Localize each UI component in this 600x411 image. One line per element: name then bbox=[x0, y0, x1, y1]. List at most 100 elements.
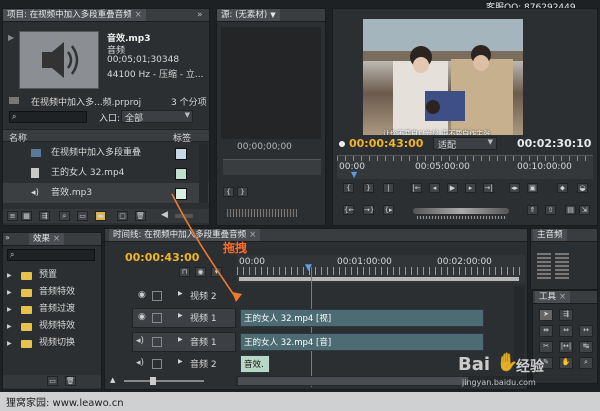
video-clip[interactable]: 王的女人 32.mp4 [视] bbox=[240, 309, 484, 327]
lift-button[interactable]: ⇑ bbox=[527, 205, 538, 215]
tab-project[interactable]: 项目: 在视频中加入多段重叠音频 × bbox=[3, 9, 146, 21]
chevron-down-icon[interactable]: ▼ bbox=[270, 11, 275, 19]
slip-tool-icon[interactable]: |↔| bbox=[559, 341, 573, 353]
list-item[interactable]: ▶ 音频过渡 bbox=[3, 301, 101, 318]
delete-button[interactable]: 🗑 bbox=[65, 376, 76, 386]
razor-tool-icon[interactable]: ✂ bbox=[539, 341, 553, 353]
list-item[interactable]: ▶ 音频特效 bbox=[3, 284, 101, 301]
output-button[interactable]: ⬥ bbox=[557, 183, 568, 193]
selection-tool-icon[interactable]: ➤ bbox=[539, 309, 553, 321]
expand-icon[interactable]: ▶ bbox=[7, 335, 12, 352]
list-item[interactable]: 在视频中加入多段重叠 bbox=[3, 143, 209, 163]
new-bin-folder-button[interactable]: ▬ bbox=[95, 211, 106, 221]
speaker-icon[interactable]: ◂) bbox=[136, 336, 144, 346]
extract-button[interactable]: ⇧ bbox=[545, 205, 556, 215]
expand-icon[interactable]: ▶ bbox=[7, 301, 12, 318]
track-header[interactable] bbox=[132, 332, 236, 352]
track-header[interactable] bbox=[132, 308, 236, 328]
search-input[interactable]: ⌕ bbox=[9, 111, 87, 123]
transport-row-2: {← →} {▸ ⇑ ⇧ ▤ ⇲ bbox=[341, 205, 591, 219]
track-audio-1: ◂) ▶ 音频 1 王的女人 32.mp4 [音] bbox=[104, 332, 528, 352]
label-swatch[interactable] bbox=[175, 148, 187, 160]
entry-select[interactable]: 全部 ▼ bbox=[121, 110, 193, 124]
zoom-slider[interactable] bbox=[124, 380, 204, 382]
lock-icon[interactable] bbox=[152, 359, 162, 369]
find-button[interactable]: ⌕ bbox=[59, 211, 70, 221]
zoom-thumb[interactable] bbox=[150, 377, 156, 385]
toggle-output-icon[interactable]: ◉ bbox=[138, 290, 146, 300]
new-bin-button[interactable]: ▭ bbox=[77, 211, 88, 221]
list-item[interactable]: ▶ 视频特效 bbox=[3, 318, 101, 335]
list-item[interactable]: ▶ 视频切换 bbox=[3, 335, 101, 352]
expand-icon[interactable]: ▶ bbox=[178, 312, 183, 319]
zoom-out-icon[interactable]: ▲ bbox=[110, 376, 115, 384]
step-back-button[interactable]: ◂ bbox=[429, 183, 440, 193]
next-edit-button[interactable]: →| bbox=[483, 183, 494, 193]
rate-stretch-tool-icon[interactable]: ↔ bbox=[579, 325, 593, 337]
play-button[interactable]: ▶ bbox=[447, 183, 458, 193]
toggle-output-icon[interactable]: ◉ bbox=[138, 312, 146, 322]
play-thumbnail-button[interactable]: ▶ bbox=[8, 33, 16, 61]
list-item[interactable]: ▶ 预置 bbox=[3, 267, 101, 284]
expand-icon[interactable]: ▶ bbox=[178, 290, 183, 297]
close-icon[interactable]: × bbox=[559, 292, 566, 302]
tab-effects[interactable]: 效果 × bbox=[29, 233, 65, 245]
speaker-icon[interactable]: ◂) bbox=[136, 358, 144, 368]
go-in-button[interactable]: {← bbox=[343, 205, 354, 215]
play-in-out-button[interactable]: {▸ bbox=[383, 205, 394, 215]
effects-search-input[interactable]: ⌕ bbox=[7, 249, 95, 261]
list-view-button[interactable]: ≡ bbox=[7, 211, 18, 221]
lock-icon[interactable] bbox=[152, 337, 162, 347]
close-icon[interactable]: × bbox=[135, 10, 142, 20]
scroll-thumb[interactable] bbox=[238, 377, 468, 385]
lock-icon[interactable] bbox=[152, 313, 162, 323]
expand-icon[interactable]: ▶ bbox=[7, 267, 12, 284]
prev-edit-button[interactable]: |← bbox=[411, 183, 422, 193]
audio-clip-sfx[interactable]: 音效. bbox=[240, 355, 270, 373]
track-select-tool-icon[interactable]: ⇶ bbox=[559, 309, 573, 321]
automate-button[interactable]: ⇶ bbox=[39, 211, 50, 221]
fit-select[interactable]: 适配 ▼ bbox=[433, 137, 497, 151]
label-swatch[interactable] bbox=[175, 168, 187, 180]
export-frame-button[interactable]: ⇲ bbox=[579, 205, 590, 215]
step-forward-button[interactable]: ▸ bbox=[465, 183, 476, 193]
shuttle-slider[interactable] bbox=[413, 208, 509, 214]
timeline-ruler[interactable]: 00:00 00:01:00:00 00:02:00:00 ▼ bbox=[237, 255, 525, 283]
playhead-icon[interactable]: ▼ bbox=[351, 170, 357, 179]
close-icon[interactable]: × bbox=[53, 234, 60, 244]
tab-master-audio[interactable]: 主音频 bbox=[533, 229, 567, 241]
list-item[interactable]: 王的女人 32.mp4 bbox=[3, 163, 209, 183]
expand-icon[interactable]: ▶ bbox=[178, 336, 183, 343]
work-area-bar[interactable] bbox=[239, 277, 519, 281]
slide-tool-icon[interactable]: ↹ bbox=[579, 341, 593, 353]
rolling-edit-tool-icon[interactable]: ⇔ bbox=[559, 325, 573, 337]
program-timecode-current[interactable]: 00:00:43:00 bbox=[349, 137, 423, 150]
media-specs: 44100 Hz - 压缩 - 立... bbox=[107, 70, 204, 80]
new-bin-button[interactable]: ▭ bbox=[47, 376, 58, 386]
trim-button[interactable]: ▤ bbox=[565, 205, 576, 215]
folder-label: 视频切换 bbox=[39, 338, 76, 348]
jog-wheel[interactable] bbox=[417, 216, 507, 219]
expand-icon[interactable]: ▶ bbox=[7, 284, 12, 301]
panel-menu-icon[interactable]: » bbox=[197, 10, 203, 20]
go-out-button[interactable]: →} bbox=[363, 205, 374, 215]
program-ruler[interactable]: 00:00 00:05:00:00 00:10:00:00 ▼ bbox=[337, 155, 593, 179]
mark-out-button[interactable]: } bbox=[363, 183, 374, 193]
go-to-in-button[interactable]: | bbox=[383, 183, 394, 193]
new-item-button[interactable]: ▢ bbox=[117, 211, 128, 221]
expand-icon[interactable]: ▶ bbox=[178, 358, 183, 365]
lock-icon[interactable] bbox=[152, 291, 162, 301]
expand-icon[interactable]: ▶ bbox=[7, 318, 12, 335]
tab-tools[interactable]: 工具 × bbox=[535, 291, 571, 303]
tab-source[interactable]: 源: (无素材) ▼ bbox=[217, 9, 280, 21]
mix-button[interactable]: ◒ bbox=[577, 183, 588, 193]
ripple-edit-tool-icon[interactable]: ⇹ bbox=[539, 325, 553, 337]
audio-clip[interactable]: 王的女人 32.mp4 [音] bbox=[240, 333, 484, 351]
mark-in-button[interactable]: { bbox=[343, 183, 354, 193]
loop-button[interactable]: ◂▸ bbox=[509, 183, 520, 193]
delete-button[interactable]: 🗑 bbox=[135, 211, 146, 221]
safe-margins-button[interactable]: ▣ bbox=[527, 183, 538, 193]
collapse-icon[interactable]: » bbox=[5, 233, 10, 242]
icon-view-button[interactable]: ▦ bbox=[21, 211, 32, 221]
scroll-left-icon[interactable]: ◀ bbox=[161, 210, 168, 220]
